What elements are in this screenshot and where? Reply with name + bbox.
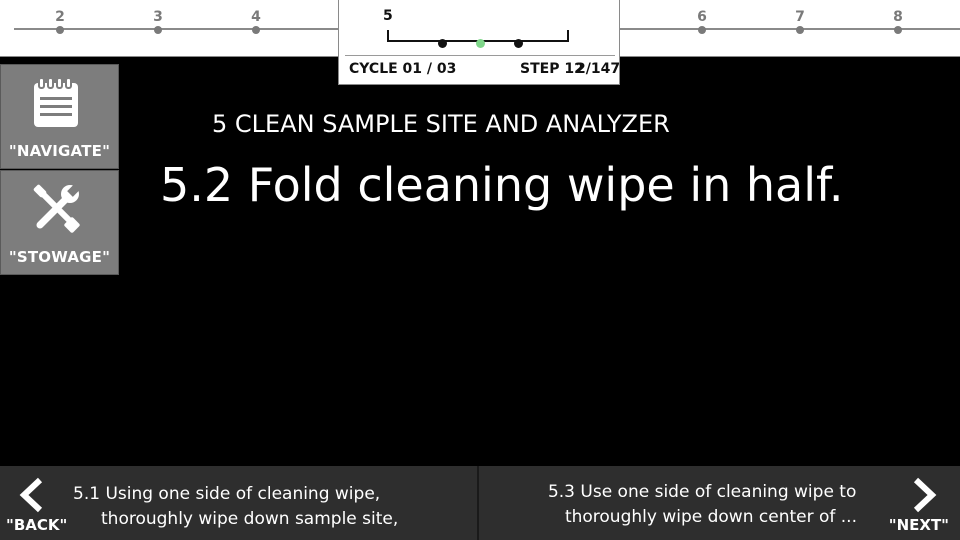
- section-dot: [252, 26, 260, 34]
- stowage-button[interactable]: "STOWAGE": [0, 170, 119, 275]
- chevron-right-icon: [913, 477, 937, 513]
- next-step-line1: 5.3 Use one side of cleaning wipe to: [547, 482, 857, 502]
- section-marker-7[interactable]: 7: [785, 0, 815, 40]
- next-step-line2: thoroughly wipe down center of ...: [564, 507, 857, 527]
- section-dot: [154, 26, 162, 34]
- section-dot: [56, 26, 64, 34]
- next-label: "NEXT": [888, 516, 949, 534]
- step-dot-current[interactable]: [476, 39, 485, 48]
- section-marker-6[interactable]: 6: [687, 0, 717, 40]
- section-number: 8: [893, 9, 903, 25]
- section-number: 2: [55, 9, 65, 25]
- section-number: 3: [153, 9, 163, 25]
- clipboard-icon: [34, 77, 78, 127]
- section-title: 5 CLEAN SAMPLE SITE AND ANALYZER: [212, 110, 670, 138]
- navigate-label: "NAVIGATE": [8, 142, 111, 160]
- navigate-button[interactable]: "NAVIGATE": [0, 64, 119, 169]
- back-button[interactable]: "BACK" 5.1 Using one side of cleaning wi…: [0, 466, 479, 540]
- next-step-preview: 5.3 Use one side of cleaning wipe to tho…: [548, 480, 857, 530]
- section-marker-4[interactable]: 4: [241, 0, 271, 40]
- section-number: 7: [795, 9, 805, 25]
- divider: [345, 55, 615, 56]
- chevron-left-icon: [19, 477, 43, 513]
- next-button[interactable]: 5.3 Use one side of cleaning wipe to tho…: [481, 466, 960, 540]
- previous-step-preview: 5.1 Using one side of cleaning wipe, tho…: [73, 482, 398, 532]
- current-step-text: 5.2 Fold cleaning wipe in half.: [160, 158, 844, 212]
- step-dot-previous[interactable]: [438, 39, 447, 48]
- section-number: 4: [251, 9, 261, 25]
- section-dot: [698, 26, 706, 34]
- step-navigation-bar: "BACK" 5.1 Using one side of cleaning wi…: [0, 466, 960, 540]
- section-number: 6: [697, 9, 707, 25]
- section-dot: [894, 26, 902, 34]
- cycle-counter: CYCLE 01 / 03: [349, 61, 457, 77]
- section-marker-2[interactable]: 2: [45, 0, 75, 40]
- section-marker-8[interactable]: 8: [883, 0, 913, 40]
- procedure-screen: 2 3 4 6 7 8 5 CYCLE 01 / 03 STEP 12 2/14…: [0, 0, 960, 540]
- wrench-screwdriver-icon: [33, 183, 81, 233]
- step-counter: STEP 12: [520, 61, 584, 77]
- step-dot-next[interactable]: [514, 39, 523, 48]
- current-section-number: 5: [383, 8, 393, 24]
- previous-step-line1: 5.1 Using one side of cleaning wipe,: [73, 484, 381, 504]
- current-section-panel: 5 CYCLE 01 / 03 STEP 12 2/147: [338, 0, 620, 85]
- section-dot: [796, 26, 804, 34]
- previous-step-line2: thoroughly wipe down sample site,: [101, 509, 399, 529]
- stowage-label: "STOWAGE": [8, 248, 111, 266]
- section-marker-3[interactable]: 3: [143, 0, 173, 40]
- back-label: "BACK": [6, 516, 68, 534]
- step-total-overlay: 2/147: [576, 61, 621, 77]
